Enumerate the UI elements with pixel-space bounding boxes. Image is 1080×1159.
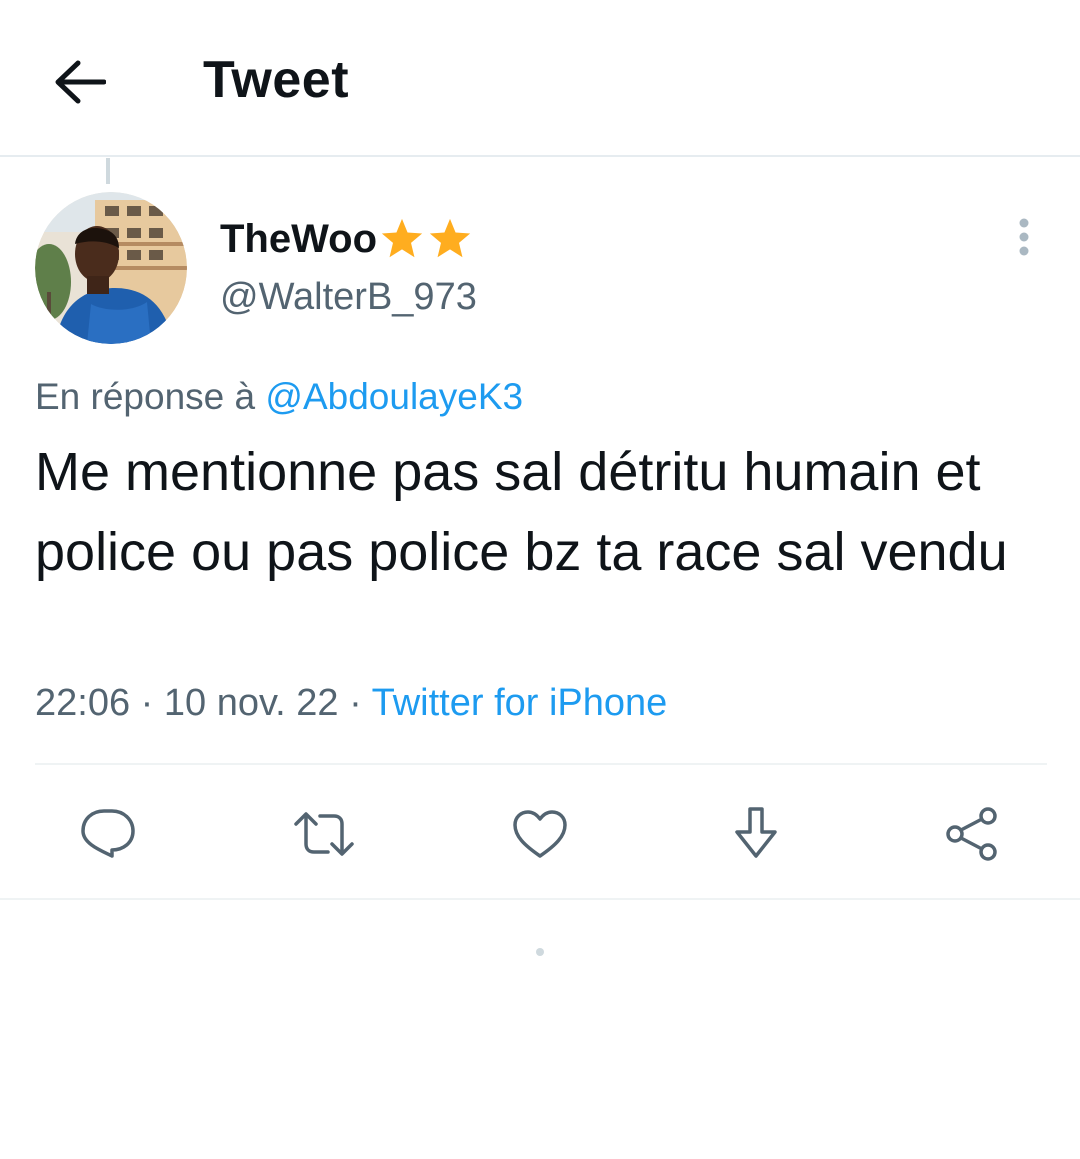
- top-app-bar: Tweet: [0, 0, 1080, 157]
- reply-icon: [81, 809, 135, 858]
- download-icon: [735, 807, 777, 858]
- display-name: TheWoo: [220, 216, 378, 261]
- author-handle[interactable]: @WalterB_973: [220, 276, 477, 319]
- reply-prefix: En réponse à: [35, 376, 256, 417]
- share-icon: [946, 807, 997, 861]
- more-options-button[interactable]: [1000, 212, 1048, 262]
- thread-connector-line: [106, 158, 110, 184]
- tweet-actions-bar: [0, 796, 1080, 872]
- avatar[interactable]: [35, 192, 187, 344]
- retweet-icon: [294, 812, 354, 856]
- tweet-source-link[interactable]: Twitter for iPhone: [372, 682, 668, 724]
- meta-separator: ·: [349, 682, 362, 724]
- page-title: Tweet: [203, 51, 350, 109]
- vertical-dots-icon: [1019, 218, 1029, 256]
- loading-indicator: [536, 948, 544, 956]
- meta-separator: ·: [140, 682, 154, 724]
- like-icon: [513, 810, 567, 858]
- share-button[interactable]: [934, 796, 1010, 872]
- reply-context: En réponse à @AbdoulayeK3: [35, 376, 523, 418]
- reply-button[interactable]: [70, 796, 146, 872]
- reply-to-link[interactable]: @AbdoulayeK3: [265, 376, 523, 417]
- divider: [0, 898, 1080, 900]
- tweet-date[interactable]: 10 nov. 22: [164, 682, 339, 724]
- avatar-photo: [35, 192, 187, 344]
- tweet-metadata: 22:06 · 10 nov. 22 · Twitter for iPhone: [35, 682, 667, 725]
- arrow-left-icon: [55, 60, 106, 104]
- star-icon: [381, 218, 423, 258]
- like-button[interactable]: [502, 796, 578, 872]
- tweet-time[interactable]: 22:06: [35, 682, 130, 724]
- download-button[interactable]: [718, 796, 794, 872]
- divider: [35, 763, 1047, 765]
- retweet-button[interactable]: [286, 796, 362, 872]
- tweet-text: Me mentionne pas sal détritu humain et p…: [35, 442, 1008, 582]
- author-name-row[interactable]: TheWoo: [220, 212, 473, 266]
- back-button[interactable]: [40, 42, 120, 122]
- star-icon: [429, 218, 471, 258]
